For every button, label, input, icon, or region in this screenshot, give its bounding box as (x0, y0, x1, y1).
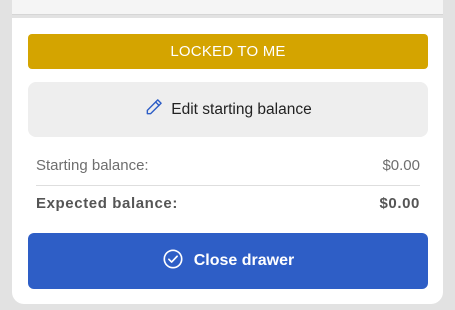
pencil-icon (144, 97, 171, 122)
expected-balance-row: Expected balance: $0.00 (36, 192, 420, 214)
expected-balance-label: Expected balance: (36, 194, 178, 212)
close-drawer-button[interactable]: Close drawer (28, 233, 428, 289)
divider (36, 185, 420, 186)
previous-panel (12, 0, 443, 15)
close-drawer-label: Close drawer (193, 252, 295, 269)
check-circle-icon (162, 248, 194, 275)
locked-status-banner: LOCKED TO ME (28, 34, 428, 69)
edit-starting-balance-button[interactable]: Edit starting balance (28, 82, 428, 137)
expected-balance-value: $0.00 (379, 194, 420, 212)
starting-balance-row: Starting balance: $0.00 (36, 154, 420, 176)
edit-starting-balance-label: Edit starting balance (171, 100, 312, 118)
starting-balance-label: Starting balance: (36, 156, 149, 174)
drawer-card: LOCKED TO ME Edit starting balance Start… (12, 18, 443, 304)
starting-balance-value: $0.00 (382, 156, 420, 174)
locked-status-label: LOCKED TO ME (170, 43, 286, 60)
